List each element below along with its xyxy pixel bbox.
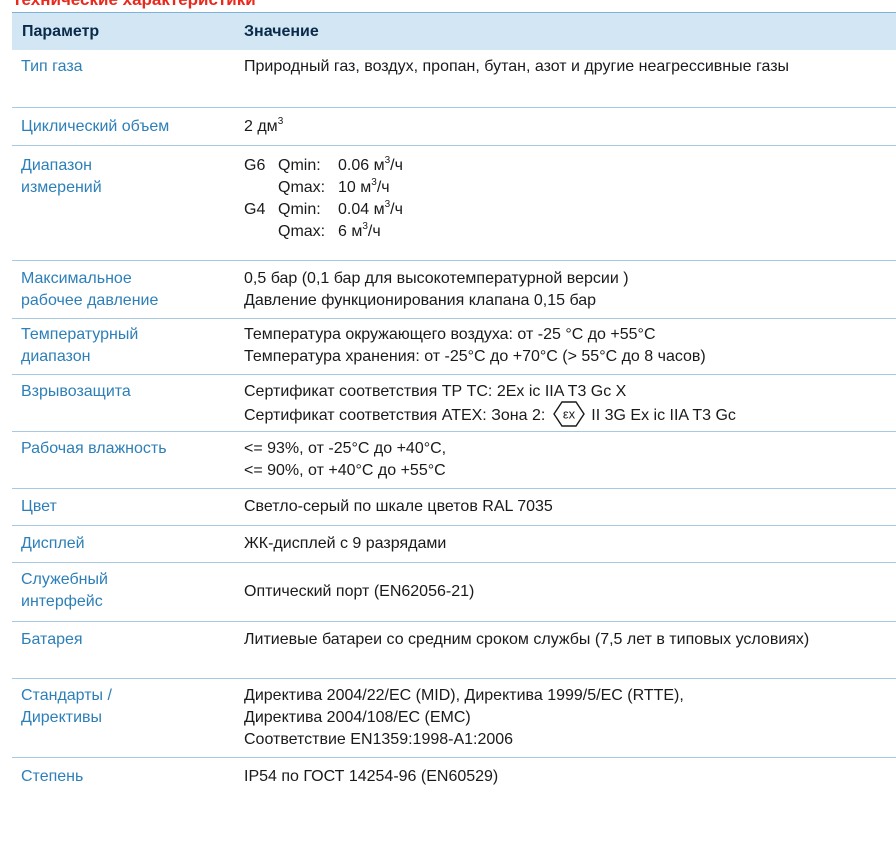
header-value: Значение xyxy=(244,22,319,40)
table-row: Дисплей ЖК-дисплей с 9 разрядами xyxy=(12,526,896,563)
param-explosion-protection: Взрывозащита xyxy=(21,383,131,400)
value-humidity: <= 93%, от -25°C до +40°C, <= 90%, от +4… xyxy=(244,440,447,479)
value-service-interface: Оптический порт (EN62056-21) xyxy=(244,583,475,600)
table-row: Максимальное рабочее давление 0,5 бар (0… xyxy=(12,261,896,319)
table-row: Тип газа Природный газ, воздух, пропан, … xyxy=(12,50,896,108)
value-color: Светло-серый по шкале цветов RAL 7035 xyxy=(244,498,553,515)
document-title: Технические характеристики xyxy=(12,0,256,9)
table-row: Циклический объем 2 дм3 xyxy=(12,108,896,146)
svg-text:εx: εx xyxy=(563,407,576,422)
param-cyclic-volume: Циклический объем xyxy=(21,118,170,135)
value-max-pressure: 0,5 бар (0,1 бар для высокотемпературной… xyxy=(244,270,629,309)
value-standards: Директива 2004/22/EC (MID), Директива 19… xyxy=(244,687,684,748)
value-gas-type: Природный газ, воздух, пропан, бутан, аз… xyxy=(244,58,790,75)
table-row: Температурный диапазон Температура окруж… xyxy=(12,319,896,375)
param-battery: Батарея xyxy=(21,631,83,648)
value-protection-degree: IP54 по ГОСТ 14254-96 (EN60529) xyxy=(244,768,499,785)
spec-table: Параметр Значение Тип газа Природный газ… xyxy=(12,12,896,792)
header-param: Параметр xyxy=(22,22,100,40)
table-row: Батарея Литиевые батареи со средним срок… xyxy=(12,622,896,679)
value-battery: Литиевые батареи со средним сроком служб… xyxy=(244,631,810,648)
table-header: Параметр Значение xyxy=(12,12,896,50)
table-row: Служебный интерфейс Оптический порт (EN6… xyxy=(12,563,896,622)
param-color: Цвет xyxy=(21,498,57,515)
table-row: Степень IP54 по ГОСТ 14254-96 (EN60529) xyxy=(12,758,896,792)
param-gas-type: Тип газа xyxy=(21,58,83,75)
table-row: Взрывозащита Сертификат соответствия ТР … xyxy=(12,375,896,432)
param-max-pressure: Максимальное рабочее давление xyxy=(21,270,159,309)
param-display: Дисплей xyxy=(21,535,85,552)
param-protection-degree: Степень xyxy=(21,768,84,785)
value-temp-range: Температура окружающего воздуха: от -25 … xyxy=(244,326,706,365)
param-standards: Стандарты / Директивы xyxy=(21,687,112,726)
table-row: Стандарты / Директивы Директива 2004/22/… xyxy=(12,679,896,758)
value-cyclic-volume: 2 дм3 xyxy=(244,115,284,135)
value-measure-range: G6 Qmin: 0.06 м3/ч Qmax: 10 м3/ч G4 Qmin… xyxy=(234,155,896,243)
range-grid: G6 Qmin: 0.06 м3/ч Qmax: 10 м3/ч G4 Qmin… xyxy=(244,154,403,240)
param-temp-range: Температурный диапазон xyxy=(21,326,139,365)
value-explosion-protection: Сертификат соответствия ТР ТС: 2Ex ic II… xyxy=(234,381,896,429)
ex-hexagon-icon: εx xyxy=(553,401,586,427)
value-display: ЖК-дисплей с 9 разрядами xyxy=(244,535,447,552)
param-humidity: Рабочая влажность xyxy=(21,440,167,457)
param-service-interface: Служебный интерфейс xyxy=(21,571,108,610)
param-measure-range: Диапазон измерений xyxy=(21,157,102,196)
table-row: Диапазон измерений G6 Qmin: 0.06 м3/ч Qm… xyxy=(12,146,896,261)
table-row: Цвет Светло-серый по шкале цветов RAL 70… xyxy=(12,489,896,526)
table-row: Рабочая влажность <= 93%, от -25°C до +4… xyxy=(12,432,896,489)
